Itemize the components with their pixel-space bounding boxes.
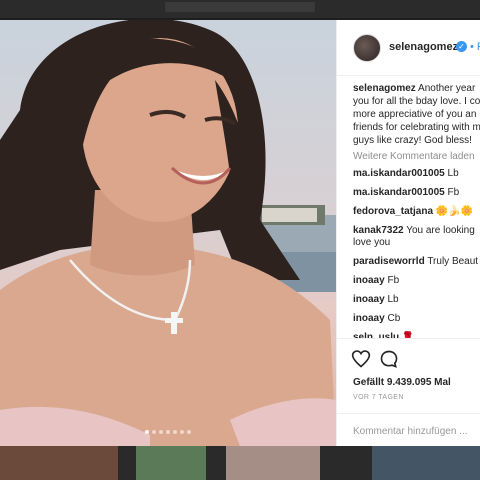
- comment-item: ma.iskandar001005 Fb: [353, 187, 480, 199]
- related-thumb[interactable]: [0, 446, 118, 480]
- carousel-dot[interactable]: [180, 430, 184, 434]
- follow-button[interactable]: • F: [470, 41, 480, 53]
- comment-text: Fb: [387, 275, 400, 286]
- related-posts-strip: [0, 446, 480, 480]
- header-username[interactable]: selenagomez: [389, 41, 458, 53]
- comment-item: inoaay Fb: [353, 275, 480, 287]
- comment-text: Lb: [387, 294, 399, 305]
- carousel-dot[interactable]: [152, 430, 156, 434]
- caption-username[interactable]: selenagomez: [353, 83, 416, 94]
- comment-text: Cb: [387, 313, 401, 324]
- comment-username[interactable]: inoaay: [353, 275, 385, 286]
- heart-icon[interactable]: [351, 349, 371, 369]
- carousel-indicator: [0, 430, 336, 434]
- caption-line: guys like crazy! God bless!: [353, 135, 472, 146]
- comment-icon[interactable]: [379, 349, 399, 369]
- comment-username[interactable]: inoaay: [353, 294, 385, 305]
- comment-text: love you: [353, 237, 391, 248]
- related-thumb[interactable]: [136, 446, 206, 480]
- carousel-dot[interactable]: [173, 430, 177, 434]
- comment-username[interactable]: kanak7322: [353, 225, 404, 236]
- avatar[interactable]: [353, 34, 381, 62]
- comment-item: inoaay Lb: [353, 294, 480, 306]
- comment-item: kanak7322 You are looking love you: [353, 225, 480, 249]
- comment-item: paradiseworrld Truly Beaut: [353, 256, 480, 268]
- caption-line: Another year: [418, 83, 476, 94]
- caption: selenagomez Another year you for all the…: [353, 82, 480, 147]
- comment-text: 🌼🍌🌼: [435, 206, 474, 217]
- related-thumb[interactable]: [372, 446, 480, 480]
- comment-list: selenagomez Another year you for all the…: [353, 82, 480, 364]
- related-thumb[interactable]: [226, 446, 320, 480]
- carousel-dot[interactable]: [159, 430, 163, 434]
- comment-input[interactable]: [353, 423, 480, 439]
- top-bar: [0, 0, 480, 18]
- caption-line: you for all the bday love. I co: [353, 96, 480, 107]
- comment-username[interactable]: ma.iskandar001005: [353, 187, 445, 198]
- post-panel: selenagomez ✓ • F selenagomez Another ye…: [336, 20, 480, 446]
- comment-text: You are looking: [406, 225, 475, 236]
- comment-text: Truly Beaut: [427, 256, 479, 267]
- comment-item: fedorova_tatjana 🌼🍌🌼: [353, 206, 480, 218]
- comment-text: Lb: [447, 168, 459, 179]
- search-box[interactable]: [165, 2, 315, 12]
- post-actions: Gefällt 9.439.095 Mal VOR 7 TAGEN: [337, 338, 480, 446]
- comment-username[interactable]: inoaay: [353, 313, 385, 324]
- carousel-dot[interactable]: [145, 430, 149, 434]
- photo-illustration: [0, 20, 336, 446]
- carousel-dot[interactable]: [166, 430, 170, 434]
- add-comment-bar: [337, 413, 480, 446]
- comment-username[interactable]: ma.iskandar001005: [353, 168, 445, 179]
- post-photo[interactable]: [0, 20, 336, 446]
- verified-icon: ✓: [456, 41, 467, 52]
- carousel-dot[interactable]: [187, 430, 191, 434]
- comment-text: Fb: [447, 187, 460, 198]
- comment-username[interactable]: paradiseworrld: [353, 256, 425, 267]
- caption-line: friends for celebrating with m: [353, 122, 480, 133]
- load-more-comments[interactable]: Weitere Kommentare laden: [353, 151, 480, 162]
- post-header: selenagomez ✓ • F: [337, 20, 480, 76]
- comment-item: ma.iskandar001005 Lb: [353, 168, 480, 180]
- post-time: VOR 7 TAGEN: [353, 394, 404, 401]
- like-count[interactable]: Gefällt 9.439.095 Mal: [353, 377, 451, 388]
- comment-item: inoaay Cb: [353, 313, 480, 325]
- comment-username[interactable]: fedorova_tatjana: [353, 206, 433, 217]
- caption-line: more appreciative of you an: [353, 109, 477, 120]
